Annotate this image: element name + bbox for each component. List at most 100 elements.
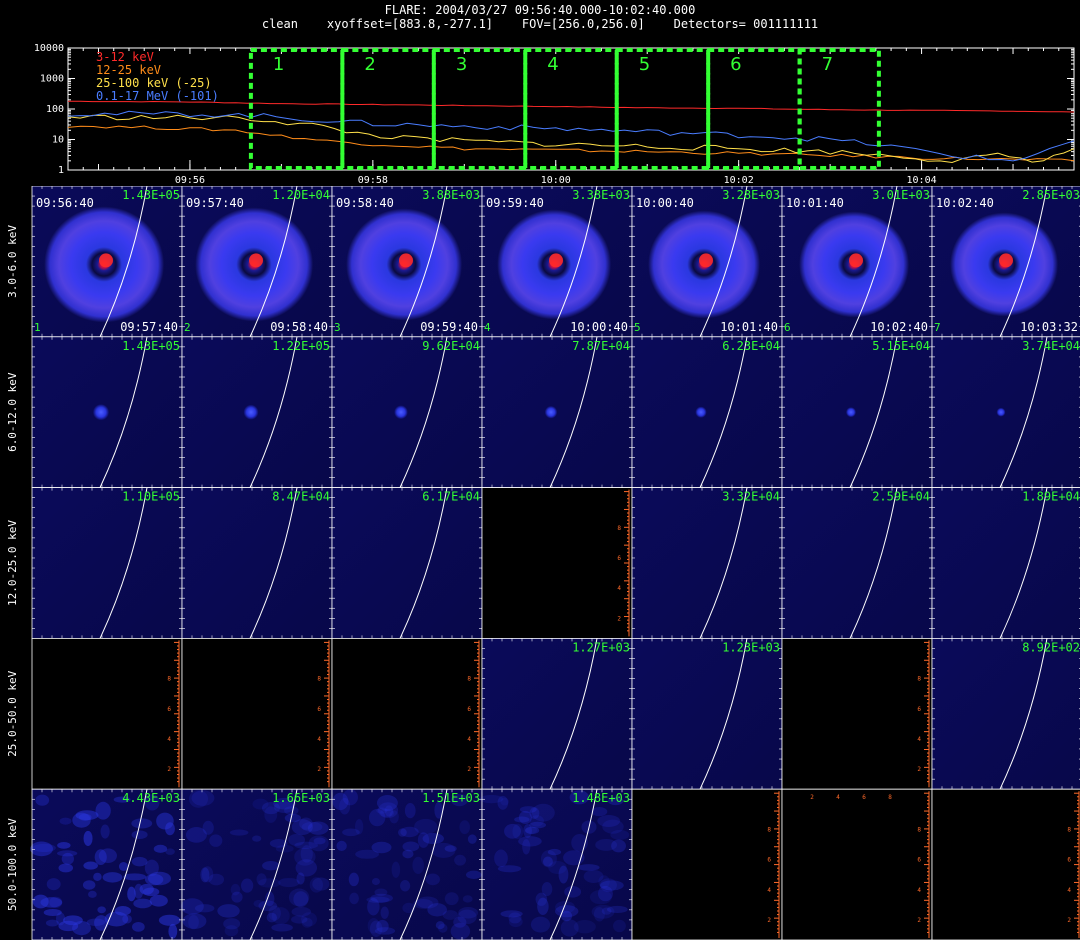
frame-axis-label-top: 2 <box>810 794 814 801</box>
image-cell: 2 4 6 8 <box>781 637 933 790</box>
image-max-value: 1.22E+05 <box>272 339 330 353</box>
image-cell: 2 4 6 8 <box>31 637 183 790</box>
frame-axis-label: 6 <box>317 706 321 713</box>
flare-title: FLARE: 2004/03/27 09:56:40.000-10:02:40.… <box>384 3 696 17</box>
image-background <box>932 336 1080 488</box>
image-max-value: 1.27E+03 <box>572 640 630 654</box>
noise-blob <box>131 830 148 840</box>
noise-blob <box>142 887 160 897</box>
noise-blob <box>518 810 532 825</box>
noise-blob <box>57 841 71 849</box>
noise-blob <box>208 873 225 886</box>
image-cell: 3.88E+03 09:58:40 09:59:40 3 <box>331 186 483 338</box>
blank-frame <box>481 487 633 639</box>
image-max-value: 2.59E+04 <box>872 490 930 504</box>
y-tick-label: 10000 <box>34 43 64 54</box>
frame-axis-label: 6 <box>917 857 921 864</box>
noise-blob <box>444 845 457 852</box>
frame-axis-label: 8 <box>1067 826 1071 833</box>
noise-blob <box>564 886 582 898</box>
image-max-value: 3.01E+03 <box>872 188 930 202</box>
noise-blob <box>83 830 93 846</box>
image-end-time: 09:57:40 <box>120 320 178 334</box>
legend-entry: 3-12 keV <box>96 50 154 64</box>
noise-blob <box>134 883 144 899</box>
image-background <box>332 487 482 639</box>
frame-axis-label: 2 <box>617 615 621 622</box>
x-tick-label: 10:02 <box>724 175 754 186</box>
frame-axis-label: 8 <box>917 676 921 683</box>
y-tick-label: 10 <box>52 135 64 146</box>
noise-blob <box>153 844 168 853</box>
series-line-0 <box>67 100 1075 113</box>
series-line-3 <box>67 110 1075 162</box>
noise-blob <box>412 856 425 875</box>
image-cell: 1.51E+03 <box>331 788 483 940</box>
image-cell: 1.23E+03 <box>631 637 783 790</box>
image-max-value: 3.32E+04 <box>722 490 780 504</box>
image-start-time: 10:01:40 <box>786 196 844 210</box>
image-max-value: 3.28E+03 <box>722 188 780 202</box>
lightcurve-frame <box>67 47 1075 171</box>
frame-axis-label: 6 <box>767 857 771 864</box>
noise-blob <box>610 829 630 840</box>
noise-blob <box>354 819 364 835</box>
image-index: 1 <box>34 321 41 334</box>
noise-blob <box>32 843 56 853</box>
noise-blob <box>35 794 50 806</box>
frame-axis-label: 6 <box>917 706 921 713</box>
noise-blob <box>611 839 626 853</box>
image-end-time: 10:01:40 <box>720 320 778 334</box>
series-line-1 <box>67 125 1075 162</box>
frame-axis-label: 8 <box>617 525 621 532</box>
time-interval-box <box>431 48 528 170</box>
noise-blob <box>554 905 579 918</box>
frame-axis-label: 6 <box>617 555 621 562</box>
frame-axis-label: 8 <box>467 676 471 683</box>
flare-source <box>549 253 563 268</box>
image-max-value: 2.85E+03 <box>1022 188 1080 202</box>
image-cell: 1.20E+04 09:57:40 09:58:40 2 <box>181 186 333 338</box>
noise-blob <box>59 817 72 825</box>
image-max-value: 1.48E+03 <box>572 791 630 805</box>
image-start-time: 10:00:40 <box>636 196 694 210</box>
noise-blob <box>209 834 223 847</box>
noise-blob <box>82 880 96 890</box>
image-start-time: 10:02:40 <box>936 196 994 210</box>
plot-header: FLARE: 2004/03/27 09:56:40.000-10:02:40.… <box>0 0 1080 36</box>
noise-blob <box>268 905 281 921</box>
frame-axis-label: 8 <box>317 676 321 683</box>
noise-blob <box>95 801 111 820</box>
image-start-time: 09:58:40 <box>336 196 394 210</box>
image-cell: 2 4 6 8 <box>631 788 783 940</box>
flare-source <box>846 407 856 418</box>
image-cell: 1.48E+03 <box>479 788 633 940</box>
noise-blob <box>252 835 262 842</box>
noise-blob <box>284 806 299 816</box>
noise-blob <box>367 898 380 916</box>
noise-blob <box>58 863 74 873</box>
energy-row-label: 12.0-25.0 keV <box>6 520 19 606</box>
image-cell: 1.27E+03 <box>481 637 633 790</box>
interval-label: 3 <box>456 54 467 75</box>
noise-blob <box>402 841 420 852</box>
noise-blob <box>444 892 459 906</box>
frame-axis-label: 6 <box>467 706 471 713</box>
noise-blob <box>425 873 440 886</box>
interval-label: 2 <box>364 54 375 75</box>
noise-blob <box>500 910 523 918</box>
image-cell: 1.43E+05 <box>31 336 183 489</box>
flare-source <box>849 253 863 268</box>
imaging-parameters: clean xyoffset=[883.8,-277.1] FOV=[256.0… <box>261 17 819 31</box>
energy-row-label: 25.0-50.0 keV <box>6 670 19 756</box>
noise-blob <box>291 819 313 835</box>
image-cell: 2 4 6 8 <box>181 637 333 790</box>
image-max-value: 4.43E+03 <box>122 791 180 805</box>
image-end-time: 09:58:40 <box>270 320 328 334</box>
image-background <box>782 336 932 488</box>
image-cell: 1.89E+04 <box>931 487 1080 639</box>
time-interval-box <box>614 48 711 170</box>
image-max-value: 5.15E+04 <box>872 339 930 353</box>
image-end-time: 10:02:40 <box>870 320 928 334</box>
image-cell: 1.43E+05 09:56:40 09:57:40 1 <box>31 186 183 338</box>
